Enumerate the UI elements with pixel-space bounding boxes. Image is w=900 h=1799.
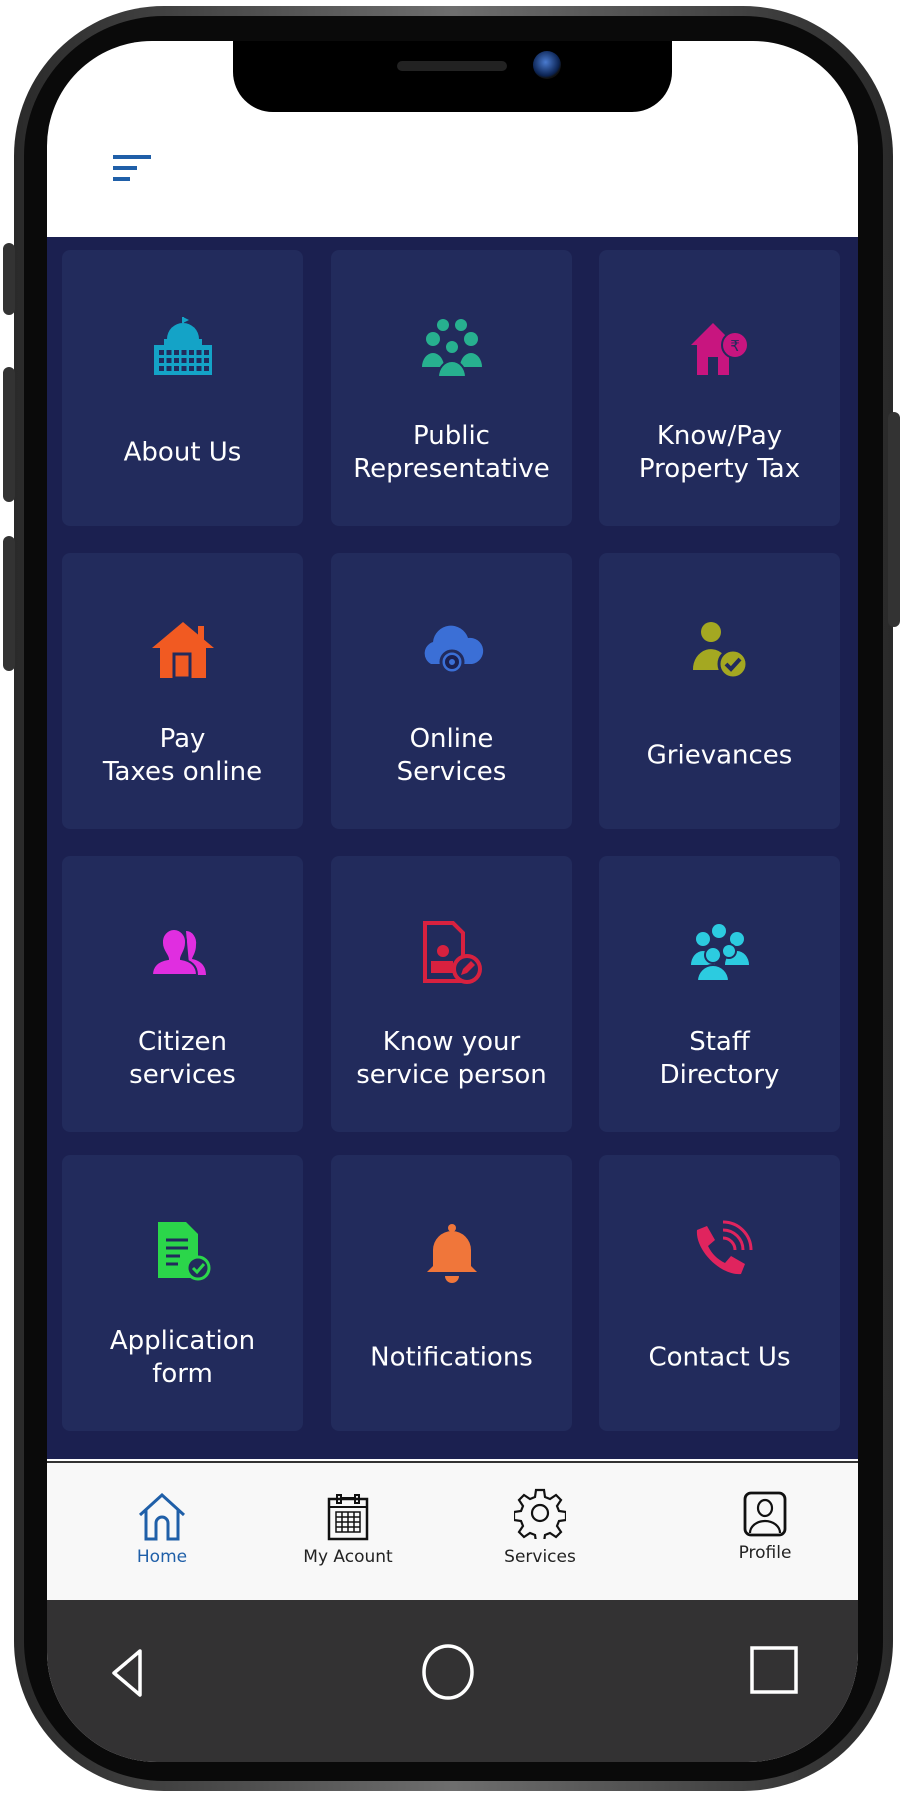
nav-profile-label: Profile <box>738 1543 792 1563</box>
profile-icon <box>743 1491 787 1537</box>
tile-know-your-service-person[interactable]: Know your service person <box>331 856 572 1132</box>
gear-icon <box>514 1488 566 1539</box>
back-icon[interactable] <box>111 1648 143 1698</box>
phone-power-button <box>888 412 900 627</box>
speaker <box>397 61 507 71</box>
nav-home-label: Home <box>136 1547 188 1567</box>
tile-label: Public Representative <box>353 421 550 484</box>
tile-label: Know/Pay Property Tax <box>638 421 801 484</box>
group-icon <box>421 319 482 378</box>
phone-side-button <box>3 243 15 315</box>
notch <box>233 41 672 112</box>
tile-about-us[interactable]: About Us <box>62 250 303 526</box>
services-grid: About Us Public Representative ₹ Know/Pay P… <box>47 237 858 1459</box>
form-check-icon <box>157 1222 210 1281</box>
house-icon <box>151 622 214 680</box>
tile-label: Know your service person <box>356 1027 547 1090</box>
staff-group-icon <box>690 924 749 982</box>
phone-ringing-icon <box>696 1220 752 1275</box>
tile-application-form[interactable]: Application form <box>62 1155 303 1431</box>
user-check-icon <box>692 622 748 680</box>
nav-my-account[interactable]: My Acount <box>268 1463 428 1602</box>
tile-label: Contact Us <box>648 1342 791 1373</box>
nav-services[interactable]: Services <box>460 1463 620 1602</box>
tile-grievances[interactable]: Grievances <box>599 553 840 829</box>
tile-citizen-services[interactable]: Citizen services <box>62 856 303 1132</box>
tile-label: About Us <box>123 437 242 468</box>
capitol-building-icon <box>153 317 212 375</box>
tile-notifications[interactable]: Notifications <box>331 1155 572 1431</box>
tile-staff-directory[interactable]: Staff Directory <box>599 856 840 1132</box>
tile-public-representative[interactable]: Public Representative <box>331 250 572 526</box>
menu-icon[interactable] <box>113 155 153 181</box>
nav-my-account-label: My Acount <box>303 1547 393 1567</box>
nav-home[interactable]: Home <box>82 1463 242 1602</box>
nav-profile[interactable]: Profile <box>685 1463 845 1602</box>
bottom-nav: Home My Acount Services Profile <box>47 1461 858 1602</box>
calendar-icon <box>327 1494 369 1541</box>
cloud-gear-icon <box>424 625 483 675</box>
bell-icon <box>426 1224 477 1283</box>
tile-pay-taxes-online[interactable]: Pay Taxes online <box>62 553 303 829</box>
users-icon <box>150 927 206 976</box>
nav-services-label: Services <box>504 1547 576 1567</box>
camera <box>533 51 561 79</box>
tile-contact-us[interactable]: Contact Us <box>599 1155 840 1431</box>
id-document-edit-icon <box>422 921 482 984</box>
tile-label: Notifications <box>370 1342 533 1373</box>
home-icon <box>138 1493 186 1541</box>
tile-know-pay-property-tax[interactable]: ₹ Know/Pay Property Tax <box>599 250 840 526</box>
tile-label: Pay Taxes online <box>102 724 263 787</box>
tile-label: Online Services <box>396 724 507 787</box>
house-rupee-icon: ₹ <box>690 323 749 375</box>
tile-label: Grievances <box>646 740 793 771</box>
circle-home-icon[interactable] <box>421 1643 475 1701</box>
tile-online-services[interactable]: Online Services <box>331 553 572 829</box>
tile-label: Citizen services <box>129 1027 236 1090</box>
phone-volume-down <box>3 536 15 671</box>
tile-label: Staff Directory <box>659 1027 780 1090</box>
svg-text:₹: ₹ <box>730 337 740 355</box>
tile-label: Application form <box>109 1326 256 1389</box>
recent-apps-icon[interactable] <box>749 1645 799 1695</box>
system-nav-bar <box>47 1600 858 1762</box>
screen: About Us Public Representative ₹ Know/Pay P… <box>47 41 858 1762</box>
phone-volume-up <box>3 367 15 502</box>
